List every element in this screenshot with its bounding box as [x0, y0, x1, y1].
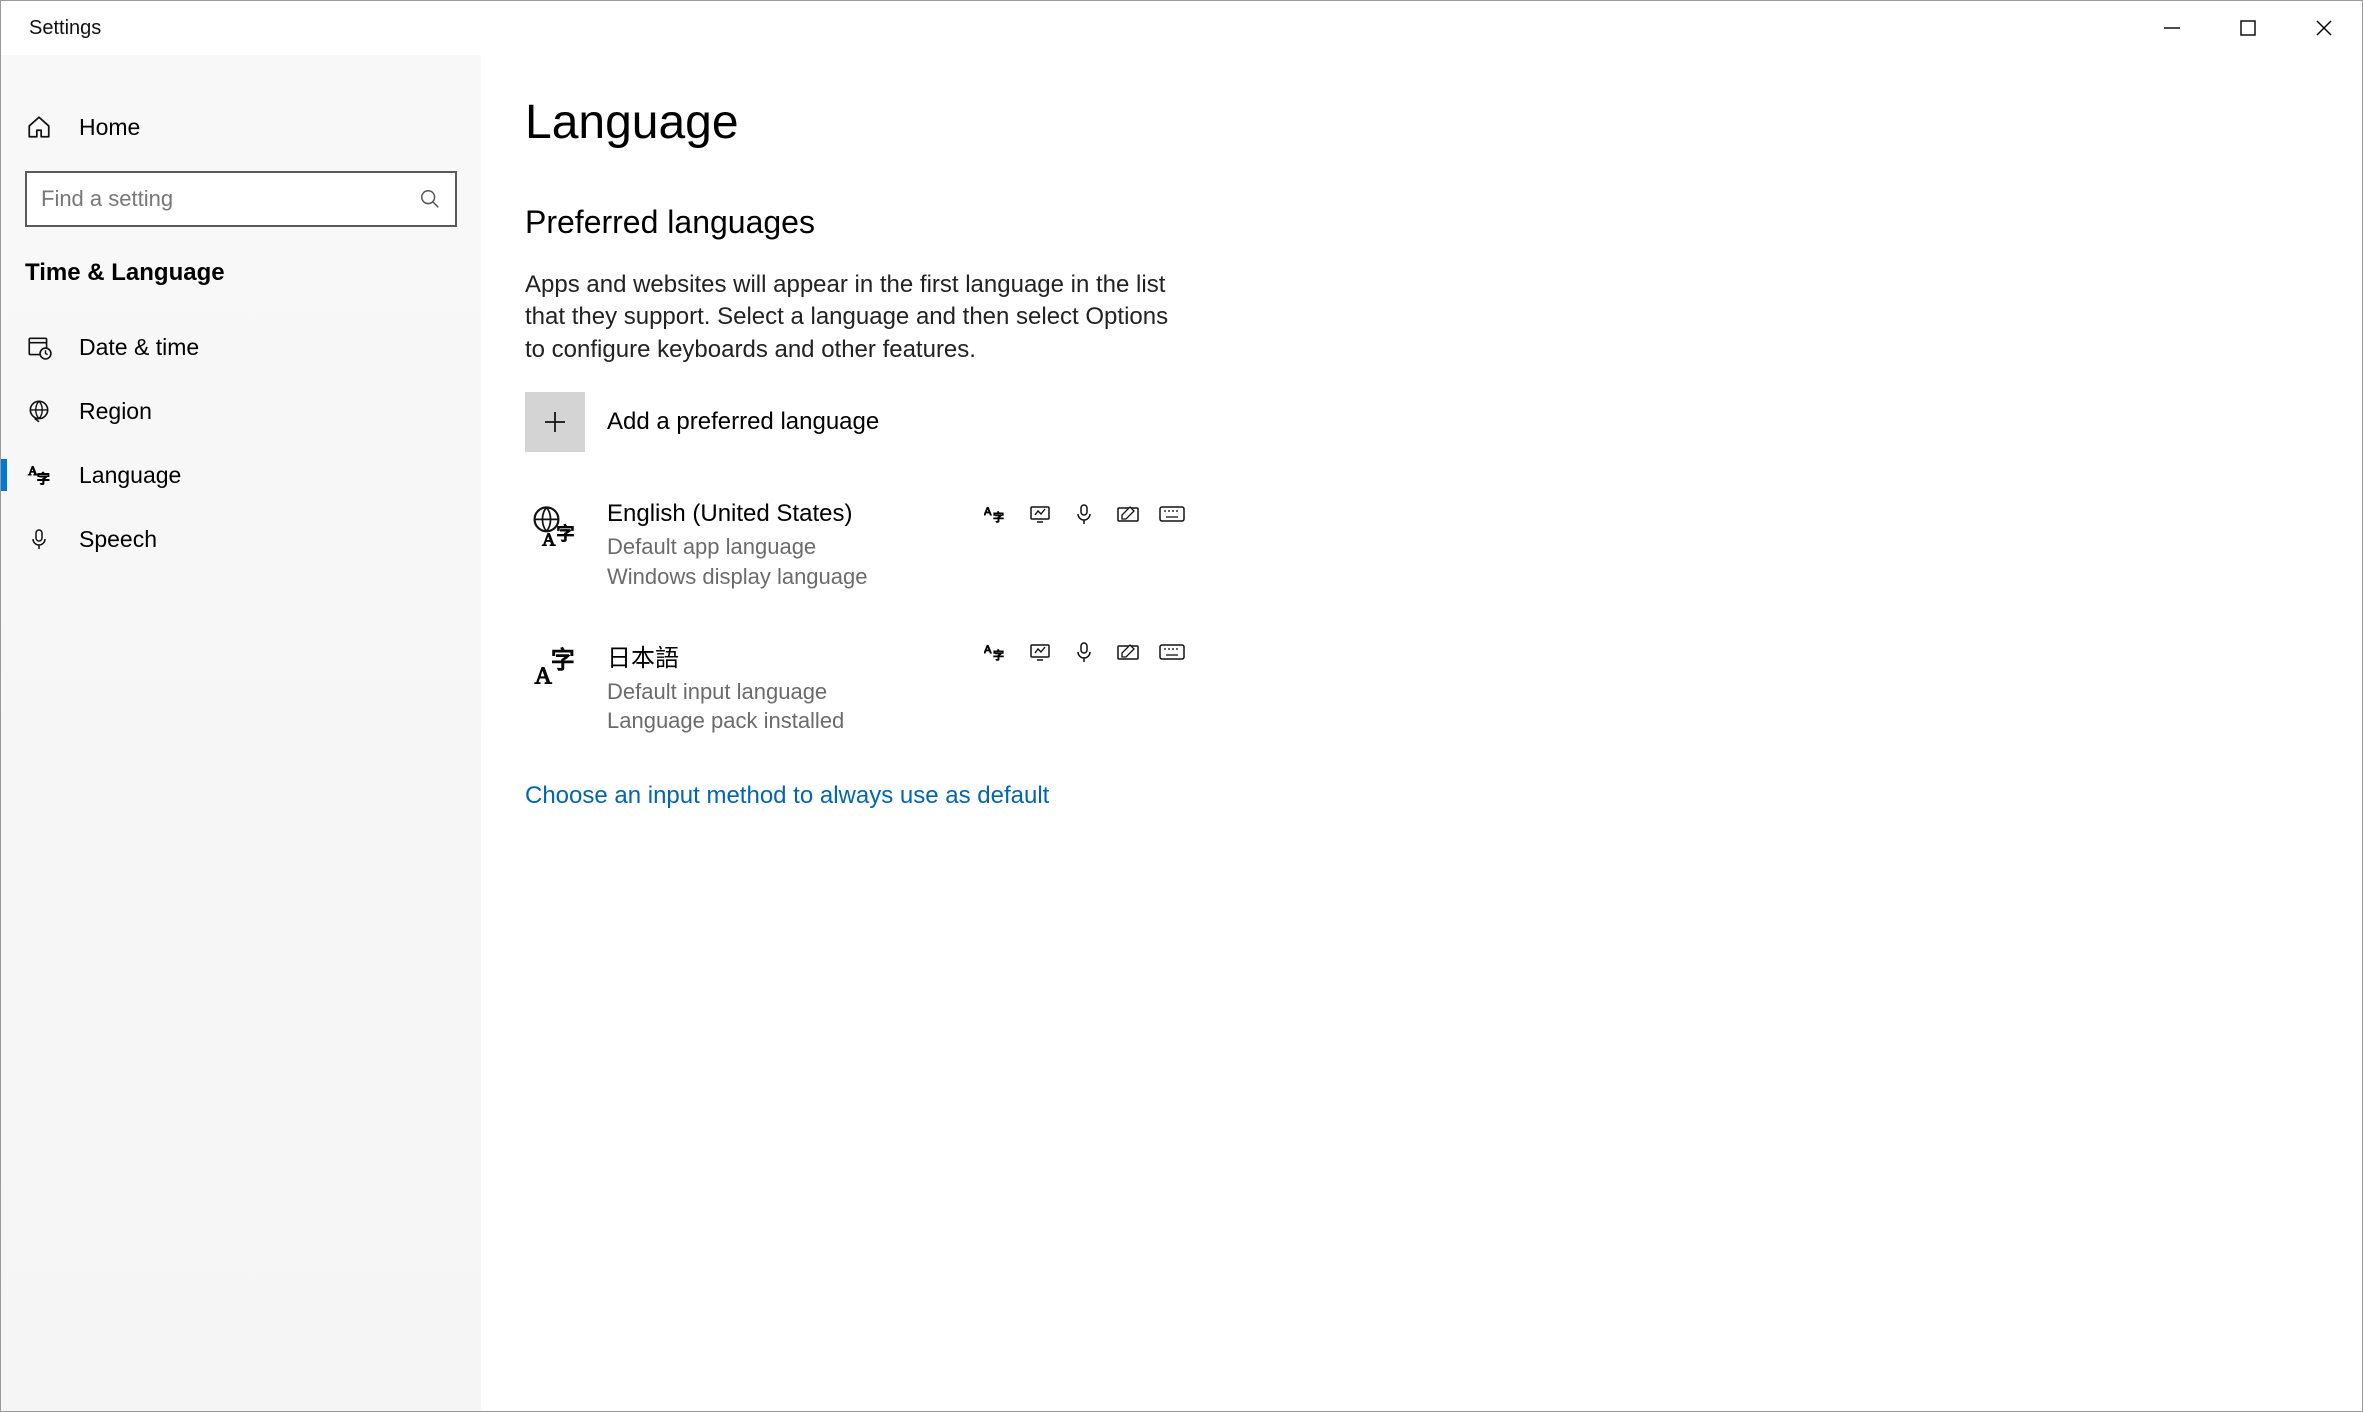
search-icon [419, 188, 441, 210]
home-icon [25, 113, 53, 141]
microphone-icon [25, 525, 53, 553]
language-item-japanese[interactable]: A 字 日本語 Default input language Language … [525, 638, 1185, 736]
svg-text:字: 字 [37, 472, 50, 487]
search-input[interactable] [41, 186, 419, 212]
section-description: Apps and websites will appear in the fir… [525, 269, 1185, 366]
display-icon [1027, 640, 1053, 664]
sidebar-item-language[interactable]: A字 Language [1, 443, 481, 507]
search-box[interactable] [25, 171, 457, 227]
language-subtext: Windows display language [607, 562, 957, 592]
svg-text:字: 字 [556, 524, 574, 544]
add-language-label: Add a preferred language [607, 408, 879, 436]
svg-text:字: 字 [993, 510, 1004, 524]
content-area: Language Preferred languages Apps and we… [481, 55, 2362, 1411]
language-item-english[interactable]: A 字 English (United States) Default app … [525, 500, 1185, 591]
language-name: English (United States) [607, 500, 957, 528]
sidebar-home-label: Home [79, 114, 140, 141]
add-language-button[interactable]: Add a preferred language [525, 392, 2318, 452]
sidebar-item-date-time[interactable]: Date & time [1, 315, 481, 379]
plus-icon [525, 392, 585, 452]
text-to-speech-icon: A字 [983, 640, 1009, 664]
speech-icon [1071, 640, 1097, 664]
text-to-speech-icon: A字 [983, 502, 1009, 526]
titlebar: Settings [1, 1, 2362, 55]
section-heading: Preferred languages [525, 204, 2318, 241]
svg-text:A: A [542, 530, 556, 550]
sidebar-item-speech[interactable]: Speech [1, 507, 481, 571]
sidebar-item-label: Region [79, 398, 152, 425]
window-controls [2134, 1, 2362, 55]
translate-icon: A 字 [525, 638, 581, 694]
close-button[interactable] [2286, 1, 2362, 55]
sidebar-item-label: Language [79, 462, 181, 489]
language-name: 日本語 [607, 638, 957, 673]
keyboard-icon [1159, 502, 1185, 526]
sidebar-home[interactable]: Home [1, 95, 481, 159]
page-title: Language [525, 95, 2318, 150]
handwriting-icon [1115, 502, 1141, 526]
keyboard-icon [1159, 640, 1185, 664]
sidebar-item-label: Speech [79, 526, 157, 553]
window-title: Settings [29, 17, 101, 40]
handwriting-icon [1115, 640, 1141, 664]
display-icon [1027, 502, 1053, 526]
language-subtext: Default input language [607, 677, 957, 707]
sidebar-category: Time & Language [25, 259, 457, 287]
sidebar: Home Time & Language Date & time Region … [1, 55, 481, 1411]
sidebar-item-label: Date & time [79, 334, 199, 361]
calendar-clock-icon [25, 333, 53, 361]
feature-icons: A字 [983, 638, 1185, 664]
language-subtext: Default app language [607, 532, 957, 562]
svg-text:A: A [984, 506, 992, 518]
maximize-button[interactable] [2210, 1, 2286, 55]
translate-icon: A字 [25, 461, 53, 489]
svg-text:字: 字 [993, 648, 1004, 662]
feature-icons: A字 [983, 500, 1185, 526]
speech-icon [1071, 502, 1097, 526]
globe-translate-icon: A 字 [525, 500, 581, 556]
sidebar-item-region[interactable]: Region [1, 379, 481, 443]
svg-text:A: A [984, 644, 992, 656]
language-subtext: Language pack installed [607, 706, 957, 736]
default-input-method-link[interactable]: Choose an input method to always use as … [525, 782, 2318, 810]
globe-icon [25, 397, 53, 425]
svg-text:字: 字 [551, 647, 575, 674]
minimize-button[interactable] [2134, 1, 2210, 55]
